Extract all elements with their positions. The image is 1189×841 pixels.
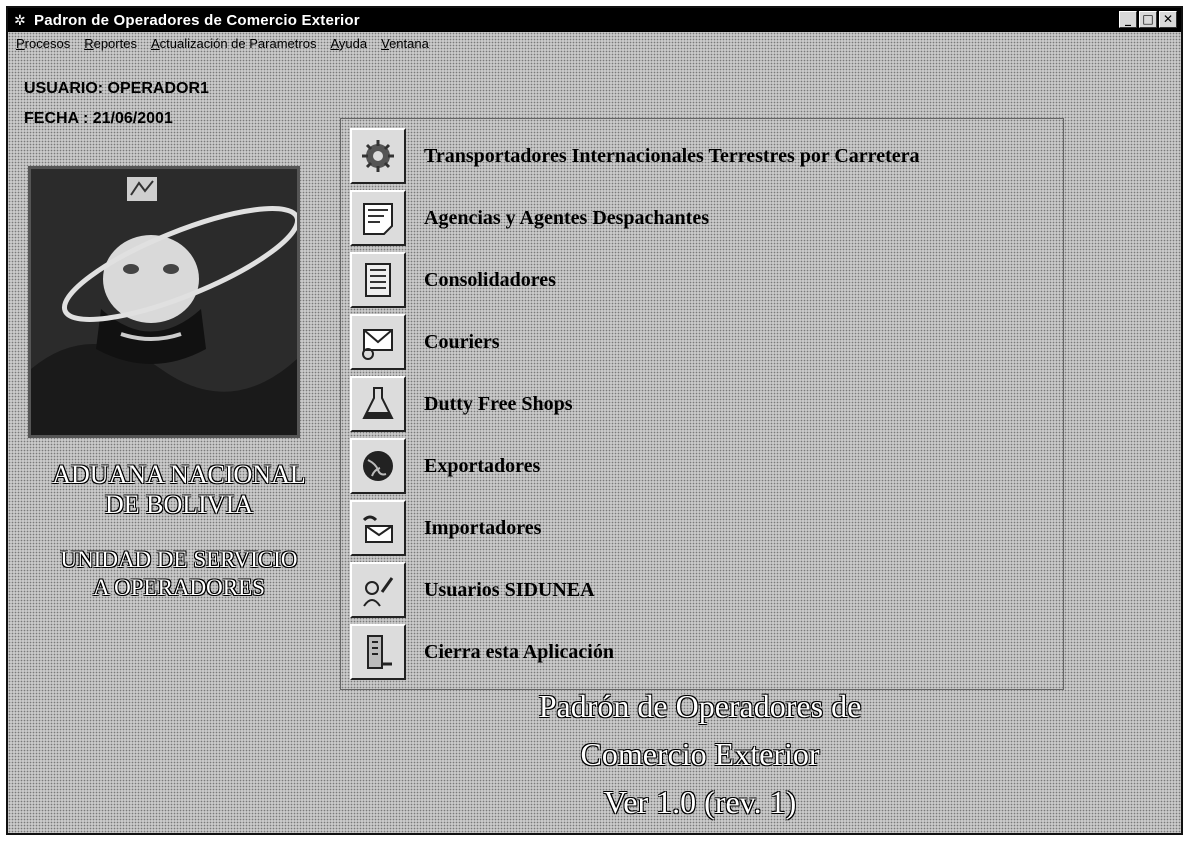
about-version: Ver 1.0 (rev. 1) — [603, 784, 797, 820]
menu-ayuda[interactable]: Ayuda — [330, 36, 367, 51]
envelope-icon[interactable] — [350, 314, 406, 370]
option-label-duty-free: Dutty Free Shops — [424, 392, 573, 415]
option-exportadores[interactable]: Exportadores — [350, 438, 540, 494]
option-label-couriers: Couriers — [424, 330, 500, 353]
option-label-exportadores: Exportadores — [424, 454, 541, 477]
menu-bar: Procesos Reportes Actualización de Param… — [8, 32, 1181, 54]
option-transportadores[interactable]: Transportadores Internacionales Terrestr… — [350, 128, 920, 184]
logo-graphic — [31, 169, 297, 435]
date-label: FECHA : 21/06/2001 — [24, 110, 173, 127]
minimize-icon[interactable]: _ — [1119, 11, 1137, 28]
option-label-agencias: Agencias y Agentes Despachantes — [424, 206, 709, 229]
customs-logo — [28, 166, 300, 438]
org-line-3: UNIDAD DE SERVICIO — [60, 547, 298, 572]
flask-icon[interactable] — [350, 376, 406, 432]
org-line-4: A OPERADORES — [93, 575, 265, 600]
option-usuarios-sidunea[interactable]: Usuarios SIDUNEA — [350, 562, 595, 618]
option-importadores[interactable]: Importadores — [350, 500, 541, 556]
option-label-usuarios-sidunea: Usuarios SIDUNEA — [424, 578, 595, 601]
menu-procesos[interactable]: Procesos — [16, 36, 70, 51]
option-consolidadores[interactable]: Consolidadores — [350, 252, 556, 308]
org-line-1: ADUANA NACIONAL — [52, 460, 306, 489]
option-label-cierra-aplicacion: Cierra esta Aplicación — [424, 640, 614, 663]
main-window: ✲ Padron de Operadores de Comercio Exter… — [6, 6, 1183, 835]
mail-hand-icon[interactable] — [350, 500, 406, 556]
option-duty-free[interactable]: Dutty Free Shops — [350, 376, 573, 432]
option-label-consolidadores: Consolidadores — [424, 268, 556, 291]
user-label: USUARIO: OPERADOR1 — [24, 80, 209, 97]
document-icon[interactable] — [350, 190, 406, 246]
org-line-2: DE BOLIVIA — [104, 490, 254, 519]
option-label-transportadores: Transportadores Internacionales Terrestr… — [424, 144, 920, 167]
user-pen-icon[interactable] — [350, 562, 406, 618]
about-line-1: Padrón de Operadores de — [538, 688, 862, 724]
exit-door-icon[interactable] — [350, 624, 406, 680]
maximize-icon[interactable]: □ — [1139, 11, 1157, 28]
app-icon: ✲ — [14, 12, 26, 28]
about-line-2: Comercio Exterior — [580, 736, 820, 772]
close-icon[interactable]: ✕ — [1159, 11, 1177, 28]
gear-truck-icon[interactable] — [350, 128, 406, 184]
title-bar[interactable]: ✲ Padron de Operadores de Comercio Exter… — [8, 8, 1181, 32]
window-controls: _ □ ✕ — [1119, 11, 1177, 28]
organization-unit: UNIDAD DE SERVICIO A OPERADORES — [8, 546, 350, 602]
option-agencias[interactable]: Agencias y Agentes Despachantes — [350, 190, 709, 246]
option-cierra-aplicacion[interactable]: Cierra esta Aplicación — [350, 624, 614, 680]
globe-icon[interactable] — [350, 438, 406, 494]
ledger-icon[interactable] — [350, 252, 406, 308]
organization-name: ADUANA NACIONAL DE BOLIVIA — [8, 460, 350, 520]
menu-ventana[interactable]: Ventana — [381, 36, 429, 51]
menu-actualizacion[interactable]: Actualización de Parametros — [151, 36, 316, 51]
window-title: Padron de Operadores de Comercio Exterio… — [34, 11, 360, 29]
menu-reportes[interactable]: Reportes — [84, 36, 137, 51]
option-label-importadores: Importadores — [424, 516, 542, 539]
option-couriers[interactable]: Couriers — [350, 314, 500, 370]
